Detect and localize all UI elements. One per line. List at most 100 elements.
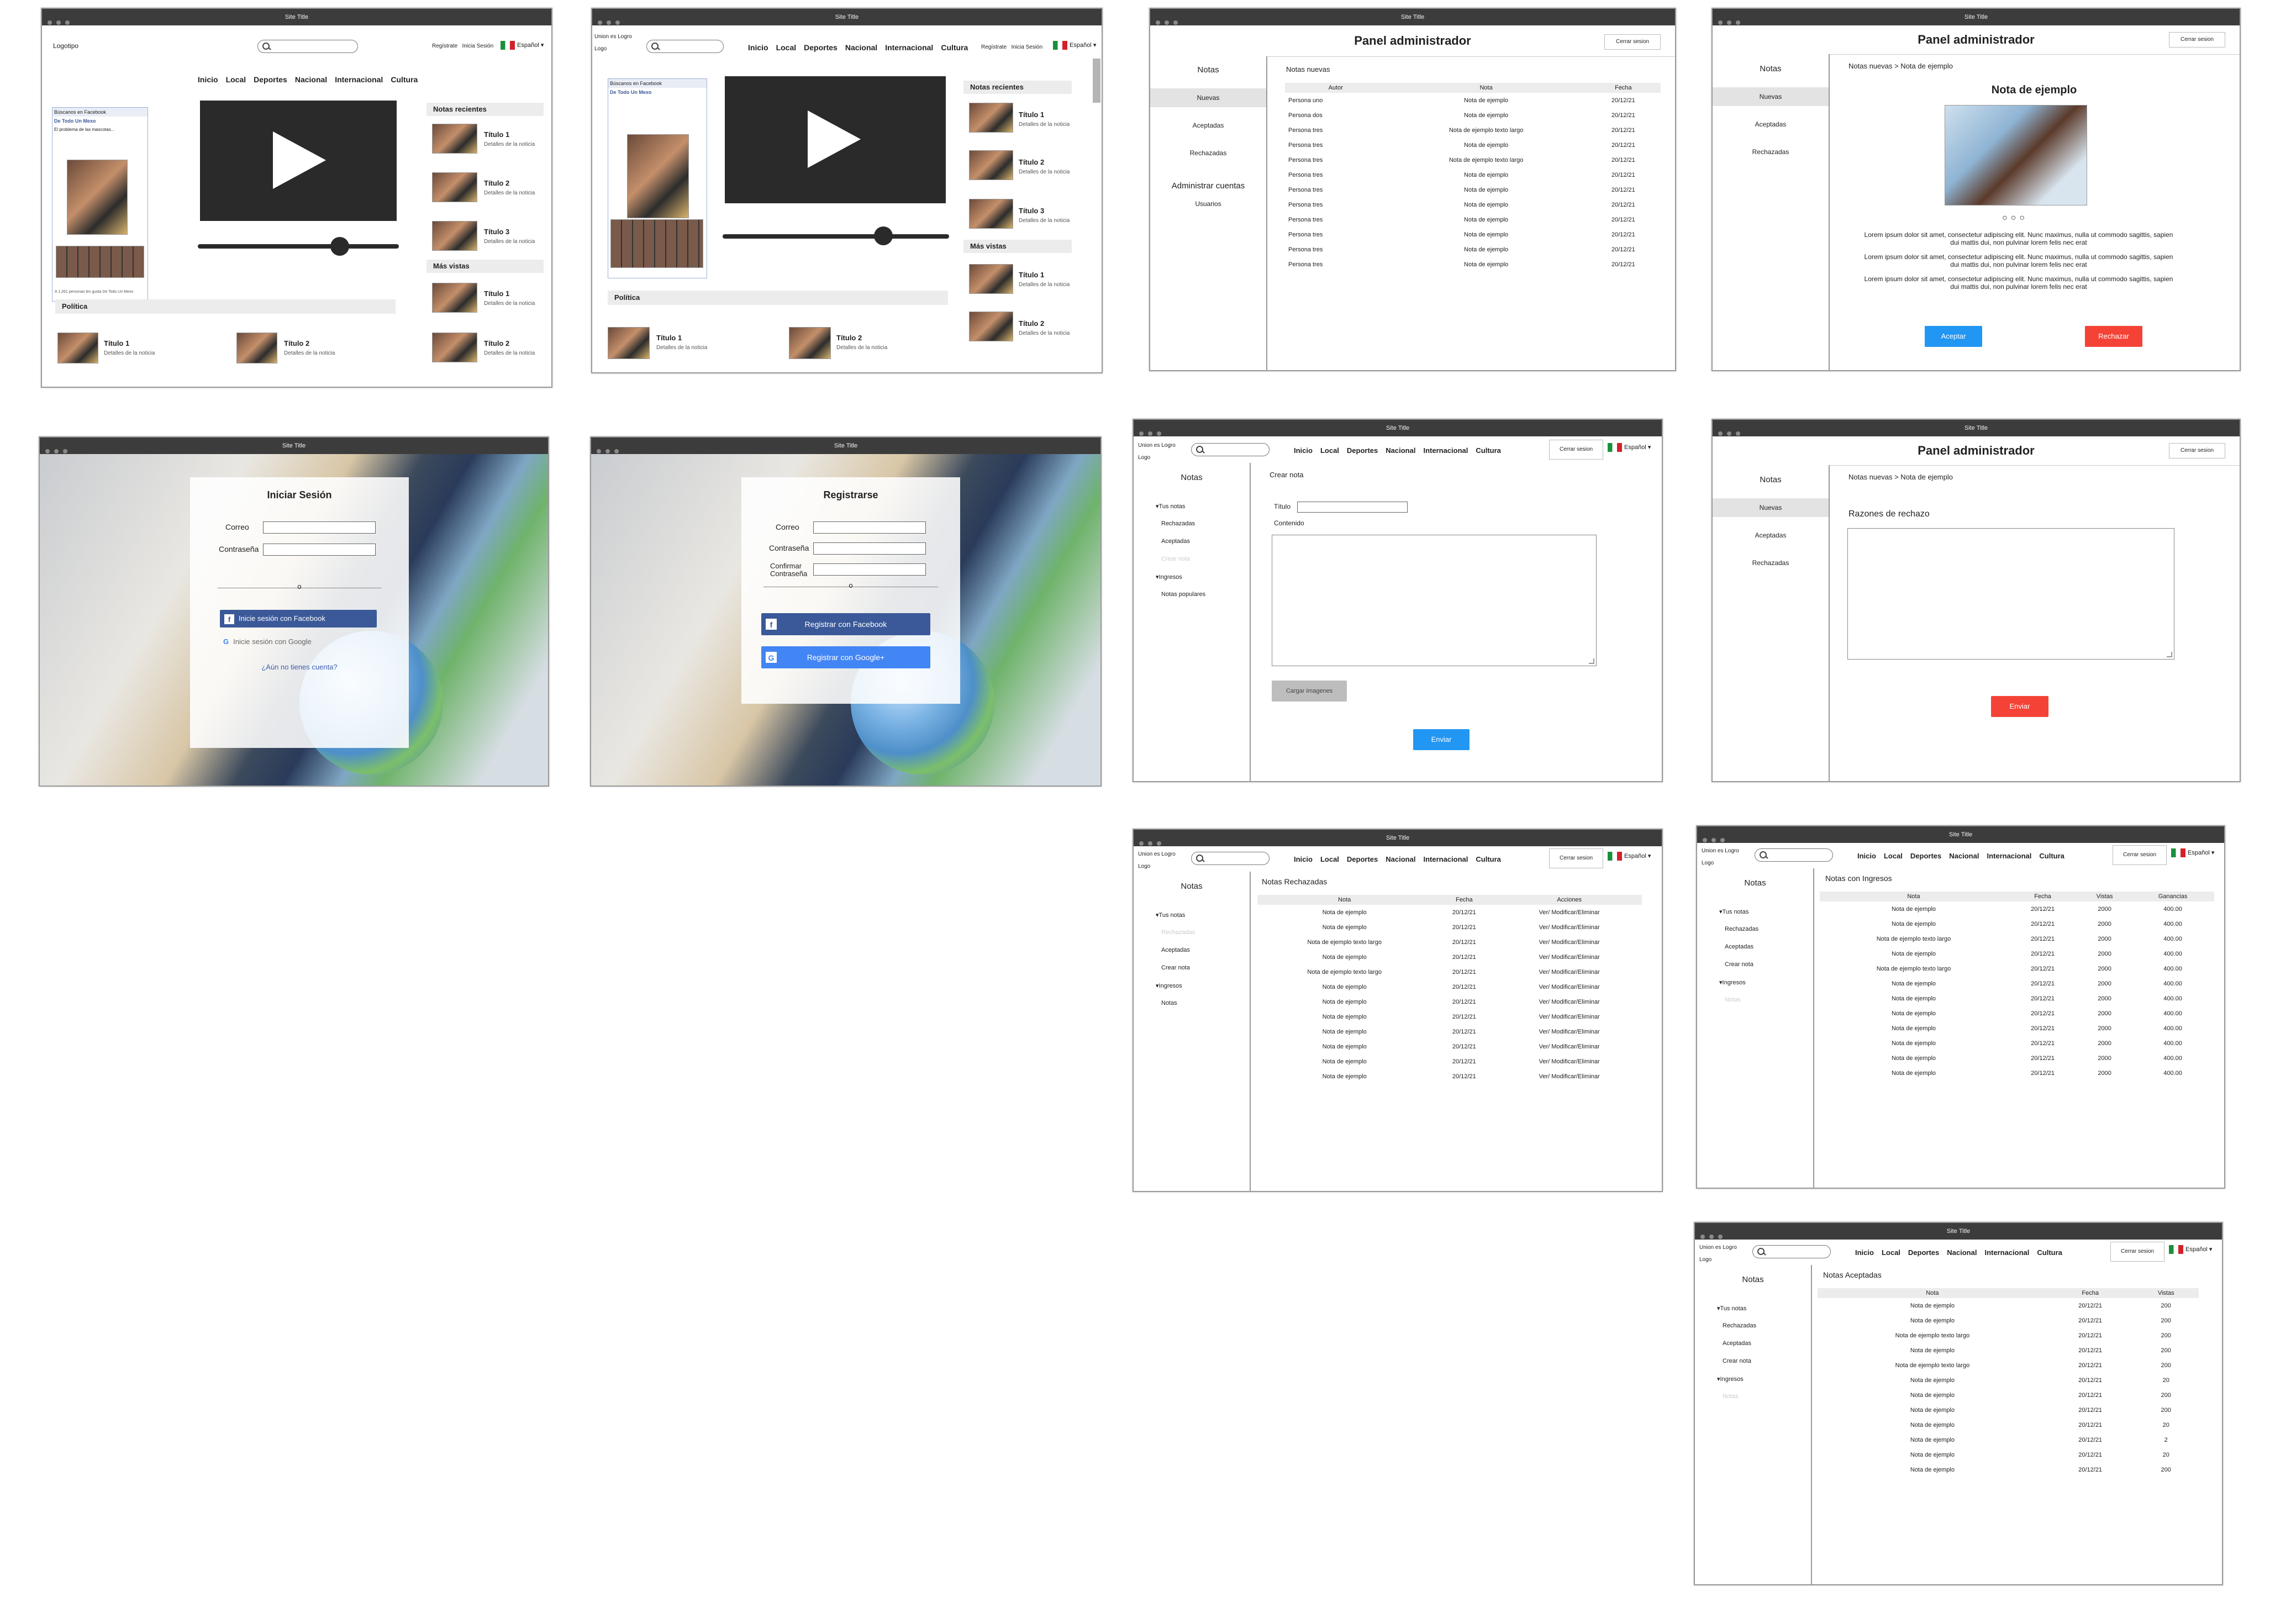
content-textarea[interactable] [1272,535,1597,666]
sidebar-item-notas[interactable]: Notas [1725,996,1741,1003]
reasons-textarea[interactable] [1847,528,2174,660]
email-field[interactable] [263,521,376,534]
sidebar-item-crear-nota[interactable]: Crear nota [1723,1358,1751,1364]
table-row[interactable]: Nota de ejemplo texto largo 20/12/21 2000 4… [1820,961,2214,976]
most-1-title[interactable]: Título 1 [1019,271,1044,279]
table-row[interactable]: Nota de ejemplo 20/12/21 Ver/ Modificar/El… [1257,905,1642,920]
table-row[interactable]: Nota de ejemplo 20/12/21 Ver/ Modificar/El… [1257,994,1642,1009]
nav-deportes[interactable]: Deportes [254,75,287,84]
sidebar-item-aceptadas[interactable]: Aceptadas [1161,947,1190,953]
nav-inicio[interactable]: Inicio [1294,446,1313,455]
language-select[interactable]: Español ▾ [2169,1245,2212,1254]
table-cell[interactable]: Ver/ Modificar/Eliminar [1497,905,1642,920]
search-input[interactable] [1191,443,1270,456]
register-link[interactable]: ¿Aún no tienes cuenta? [190,663,409,671]
sidebar-item-aceptadas[interactable]: Aceptadas [1725,943,1753,950]
sidebar-item-rechazadas[interactable]: Rechazadas [1713,143,1829,161]
table-row[interactable]: Nota de ejemplo 20/12/21 2000 400.00 [1820,1051,2214,1066]
table-cell[interactable]: Ver/ Modificar/Eliminar [1497,950,1642,964]
table-cell[interactable]: Ver/ Modificar/Eliminar [1497,1054,1642,1069]
recent-3-thumb[interactable] [432,221,477,251]
sidebar-item-notas-populares[interactable]: Notas populares [1161,591,1205,598]
table-row[interactable]: Persona tres Nota de ejemplo 20/12/21 [1285,167,1661,182]
video-player[interactable] [725,76,946,203]
language-select[interactable]: Español ▾ [1608,443,1651,452]
logout-button[interactable]: Cerrar sesion [2113,845,2167,865]
nav-deportes[interactable]: Deportes [1908,1248,1939,1257]
scrollbar-thumb[interactable] [1093,59,1100,103]
search-input[interactable] [1755,848,1833,862]
google-login-button[interactable]: G Inicie sesión con Google [223,637,312,646]
nav-nacional[interactable]: Nacional [1386,855,1415,863]
table-row[interactable]: Nota de ejemplo 20/12/21 Ver/ Modificar/El… [1257,1009,1642,1024]
table-row[interactable]: Nota de ejemplo 20/12/21 Ver/ Modificar/El… [1257,1024,1642,1039]
table-row[interactable]: Nota de ejemplo texto largo 20/12/21 200 [1818,1328,2199,1343]
most-2-title[interactable]: Título 2 [484,339,509,347]
nav-cultura[interactable]: Cultura [391,75,418,84]
auth-links[interactable]: Regístrate Inicia Sesión [981,44,1042,50]
nav-deportes[interactable]: Deportes [1910,852,1941,860]
sidebar-item-tus-notas[interactable]: ▾Tus notas [1719,908,1748,915]
logo[interactable]: Union es Logro Logo [1138,440,1176,464]
table-row[interactable]: Nota de ejemplo 20/12/21 200 [1818,1388,2199,1402]
table-cell[interactable]: Ver/ Modificar/Eliminar [1497,1069,1642,1084]
sidebar-item-rechazadas[interactable]: Rechazadas [1723,1322,1756,1329]
most-2-thumb[interactable] [969,312,1013,341]
breadcrumb[interactable]: Notas nuevas > Nota de ejemplo [1848,473,1953,481]
logo[interactable]: Logotipo [53,42,78,50]
table-row[interactable]: Nota de ejemplo 20/12/21 200 [1818,1462,2199,1477]
nav-inicio[interactable]: Inicio [748,43,768,52]
table-row[interactable]: Persona tres Nota de ejemplo 20/12/21 [1285,197,1661,212]
sidebar-item-nuevas[interactable]: Nuevas [1713,87,1829,106]
language-select[interactable]: Español ▾ [2171,848,2214,857]
sidebar-item-ingresos[interactable]: ▾Ingresos [1156,982,1182,989]
politics-2-thumb[interactable] [236,333,277,363]
table-row[interactable]: Nota de ejemplo 20/12/21 2000 400.00 [1820,1006,2214,1021]
table-row[interactable]: Persona tres Nota de ejemplo texto largo 2… [1285,152,1661,167]
nav-local[interactable]: Local [226,75,246,84]
sidebar-item-aceptadas[interactable]: Aceptadas [1713,526,1829,545]
logo[interactable]: Union es Logro Logo [1702,845,1739,869]
table-row[interactable]: Nota de ejemplo 20/12/21 2000 400.00 [1820,1021,2214,1036]
facebook-page-name[interactable]: De Todo Un Mexo [52,117,148,125]
sidebar-item-tus-notas[interactable]: ▾Tus notas [1717,1305,1746,1312]
sidebar-item-usuarios[interactable]: Usuarios [1150,194,1266,213]
politics-2-title[interactable]: Título 2 [836,334,862,342]
sidebar-item-aceptadas[interactable]: Aceptadas [1161,538,1190,545]
nav-internacional[interactable]: Internacional [1423,855,1468,863]
table-row[interactable]: Nota de ejemplo 20/12/21 Ver/ Modificar/El… [1257,920,1642,935]
recent-2-thumb[interactable] [432,172,477,202]
nav-nacional[interactable]: Nacional [1947,1248,1977,1257]
nav-local[interactable]: Local [1882,1248,1900,1257]
table-row[interactable]: Nota de ejemplo 20/12/21 Ver/ Modificar/El… [1257,1054,1642,1069]
breadcrumb[interactable]: Notas nuevas > Nota de ejemplo [1848,62,1953,70]
nav-inicio[interactable]: Inicio [198,75,218,84]
recent-1-thumb[interactable] [969,103,1013,133]
table-cell[interactable]: Ver/ Modificar/Eliminar [1497,964,1642,979]
sidebar-manage-accounts[interactable]: Administrar cuentas [1150,177,1266,196]
table-row[interactable]: Nota de ejemplo 20/12/21 200 [1818,1313,2199,1328]
sidebar-item-ingresos[interactable]: ▾Ingresos [1719,979,1746,986]
politics-1-title[interactable]: Título 1 [104,339,129,347]
table-row[interactable]: Persona tres Nota de ejemplo 20/12/21 [1285,227,1661,242]
logout-button[interactable]: Cerrar sesion [2169,32,2225,48]
confirm-password-field[interactable] [813,563,926,576]
table-row[interactable]: Nota de ejemplo 20/12/21 200 [1818,1298,2199,1313]
sidebar-item-ingresos[interactable]: ▾Ingresos [1156,573,1182,581]
table-row[interactable]: Nota de ejemplo 20/12/21 20 [1818,1373,2199,1388]
sidebar-item-crear-nota[interactable]: Crear nota [1161,964,1190,971]
recent-3-title[interactable]: Título 3 [1019,207,1044,215]
send-button[interactable]: Enviar [1413,729,1470,750]
table-row[interactable]: Nota de ejemplo 20/12/21 2000 400.00 [1820,946,2214,961]
facebook-login-button[interactable]: f Inicie sesión con Facebook [220,610,377,628]
table-cell[interactable]: Ver/ Modificar/Eliminar [1497,1024,1642,1039]
recent-2-title[interactable]: Título 2 [1019,158,1044,166]
nav-inicio[interactable]: Inicio [1857,852,1876,860]
language-select[interactable]: Español ▾ [501,41,544,50]
search-input[interactable] [646,40,724,53]
recent-3-title[interactable]: Título 3 [484,228,509,236]
play-icon[interactable] [273,131,326,189]
table-row[interactable]: Nota de ejemplo 20/12/21 200 [1818,1402,2199,1417]
recent-2-title[interactable]: Título 2 [484,179,509,187]
sidebar-item-aceptadas[interactable]: Aceptadas [1723,1340,1751,1347]
